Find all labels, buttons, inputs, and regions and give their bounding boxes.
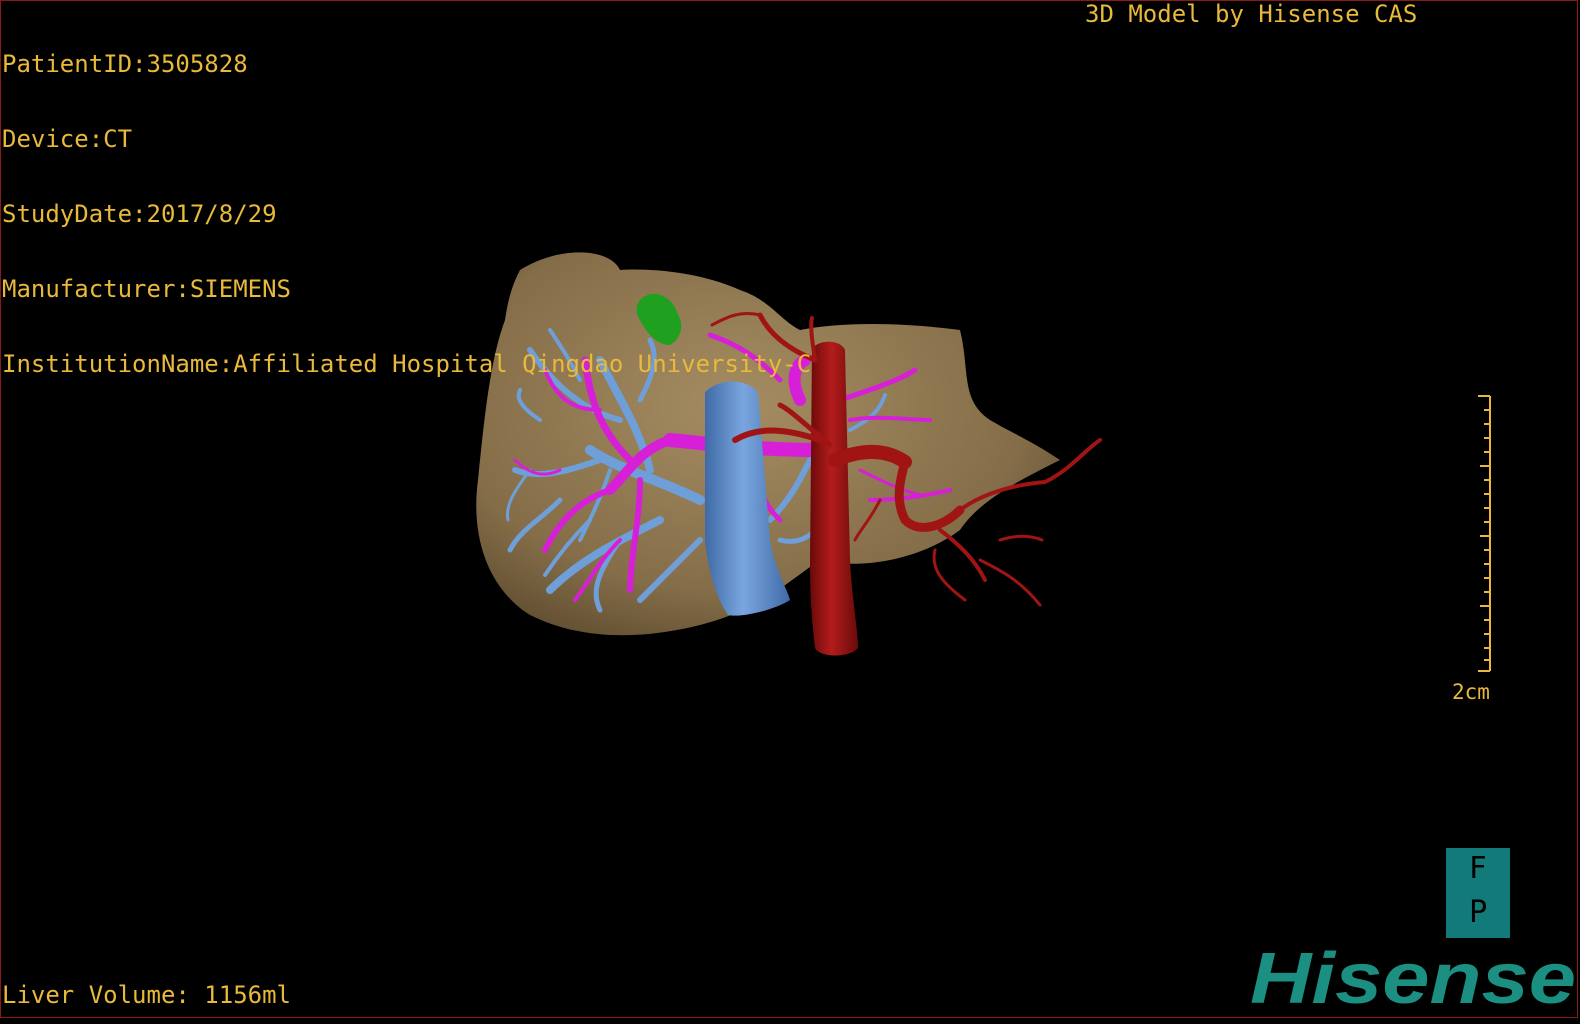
model-credit: 3D Model by Hisense CAS	[1085, 0, 1418, 28]
device: Device:CT	[2, 125, 133, 153]
liver-volume: Liver Volume: 1156ml	[2, 981, 291, 1009]
manufacturer: Manufacturer:SIEMENS	[2, 275, 291, 303]
study-date: StudyDate:2017/8/29	[2, 200, 277, 228]
dicom-info-overlay: PatientID:3505828 Device:CT StudyDate:20…	[2, 2, 811, 402]
institution-name: InstitutionName:Affiliated Hospital Qing…	[2, 350, 812, 378]
orientation-marker[interactable]: F P	[1446, 848, 1510, 938]
orientation-top-label: F	[1469, 851, 1487, 886]
scale-label: 2cm	[1452, 680, 1490, 704]
patient-id: PatientID:3505828	[2, 50, 248, 78]
orientation-bottom-label: P	[1468, 895, 1488, 930]
hisense-logo-text: Hisense	[1250, 945, 1576, 1015]
hisense-logo: Hisense	[1250, 945, 1576, 1015]
scale-bar	[1478, 395, 1491, 672]
